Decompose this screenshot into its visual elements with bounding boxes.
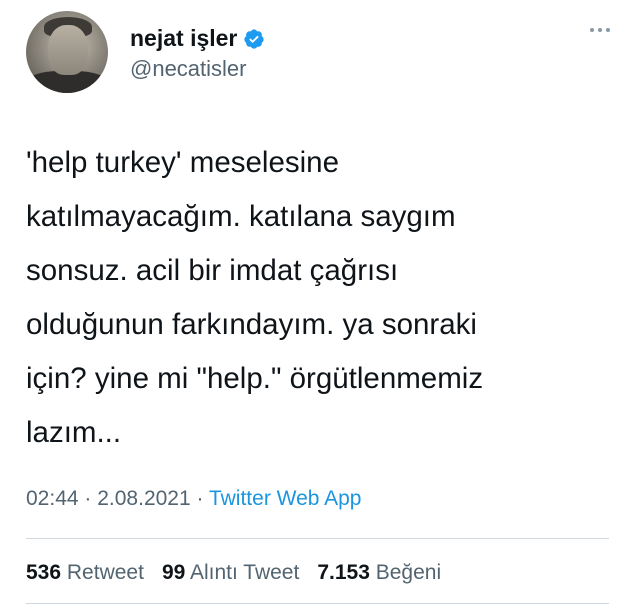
- user-handle[interactable]: @necatisler: [130, 56, 247, 82]
- meta-separator: ·: [78, 487, 98, 510]
- name-row: nejat işler: [130, 25, 265, 52]
- quotes-stat[interactable]: 99 Alıntı Tweet: [162, 561, 299, 585]
- avatar-face: [48, 25, 88, 75]
- meta-separator: ·: [190, 487, 209, 510]
- quotes-label: Alıntı Tweet: [189, 561, 300, 584]
- tweet-meta: 02:44 · 2.08.2021 · Twitter Web App: [26, 487, 362, 511]
- tweet-source-app[interactable]: Twitter Web App: [209, 487, 362, 510]
- more-dot: [590, 28, 594, 32]
- likes-label: Beğeni: [375, 561, 442, 584]
- retweets-stat[interactable]: 536 Retweet: [26, 561, 144, 585]
- likes-stat[interactable]: 7.153 Beğeni: [317, 561, 441, 585]
- more-dot: [606, 28, 610, 32]
- quotes-count: 99: [161, 561, 186, 584]
- tweet-time[interactable]: 02:44: [26, 487, 79, 510]
- likes-count: 7.153: [317, 561, 370, 584]
- tweet-stats: 536 Retweet 99 Alıntı Tweet 7.153 Beğeni: [26, 561, 459, 585]
- verified-badge-icon: [244, 28, 265, 49]
- tweet-card: nejat işler @necatisler 'help turkey' me…: [0, 0, 635, 607]
- divider: [26, 538, 609, 539]
- tweet-header: nejat işler @necatisler: [26, 11, 616, 93]
- retweets-label: Retweet: [66, 561, 144, 584]
- more-options-icon[interactable]: [590, 25, 616, 35]
- display-name[interactable]: nejat işler: [130, 25, 237, 52]
- avatar[interactable]: [26, 11, 108, 93]
- tweet-text: 'help turkey' meselesine katılmayacağım.…: [26, 146, 484, 449]
- retweets-count: 536: [26, 561, 62, 584]
- divider: [26, 603, 609, 604]
- more-dot: [598, 28, 602, 32]
- tweet-date[interactable]: 2.08.2021: [97, 487, 190, 510]
